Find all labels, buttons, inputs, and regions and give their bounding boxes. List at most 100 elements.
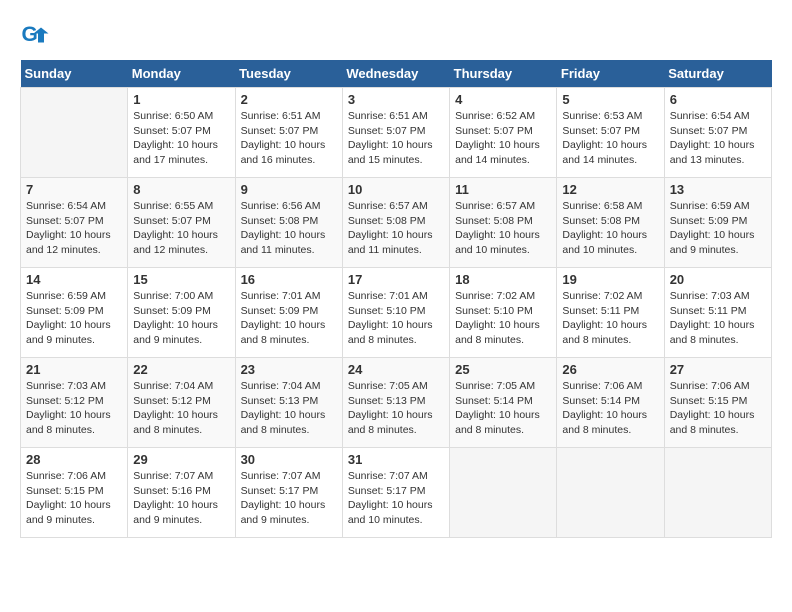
calendar-cell: 4 Sunrise: 6:52 AM Sunset: 5:07 PM Daylig… [450,88,557,178]
calendar-cell [21,88,128,178]
day-number: 12 [562,182,658,197]
calendar-table: SundayMondayTuesdayWednesdayThursdayFrid… [20,60,772,538]
day-number: 6 [670,92,766,107]
header-cell-sunday: Sunday [21,60,128,88]
day-info: Sunrise: 6:51 AM Sunset: 5:07 PM Dayligh… [348,109,444,168]
header-cell-saturday: Saturday [664,60,771,88]
day-info: Sunrise: 6:54 AM Sunset: 5:07 PM Dayligh… [670,109,766,168]
calendar-cell: 18Sunrise: 7:02 AM Sunset: 5:10 PM Dayli… [450,268,557,358]
day-info: Sunrise: 6:56 AM Sunset: 5:08 PM Dayligh… [241,199,337,258]
day-info: Sunrise: 6:59 AM Sunset: 5:09 PM Dayligh… [670,199,766,258]
day-info: Sunrise: 7:01 AM Sunset: 5:09 PM Dayligh… [241,289,337,348]
day-number: 7 [26,182,122,197]
calendar-cell: 5 Sunrise: 6:53 AM Sunset: 5:07 PM Daylig… [557,88,664,178]
calendar-cell: 9 Sunrise: 6:56 AM Sunset: 5:08 PM Daylig… [235,178,342,268]
calendar-week-2: 7 Sunrise: 6:54 AM Sunset: 5:07 PM Daylig… [21,178,772,268]
calendar-cell: 10Sunrise: 6:57 AM Sunset: 5:08 PM Dayli… [342,178,449,268]
day-info: Sunrise: 7:03 AM Sunset: 5:12 PM Dayligh… [26,379,122,438]
calendar-week-4: 21 Sunrise: 7:03 AM Sunset: 5:12 PM Dayli… [21,358,772,448]
day-number: 17 [348,272,444,287]
calendar-cell: 12 Sunrise: 6:58 AM Sunset: 5:08 PM Dayli… [557,178,664,268]
day-number: 10 [348,182,444,197]
calendar-cell: 24 Sunrise: 7:05 AM Sunset: 5:13 PM Dayli… [342,358,449,448]
day-number: 3 [348,92,444,107]
header-cell-monday: Monday [128,60,235,88]
calendar-cell: 30 Sunrise: 7:07 AM Sunset: 5:17 PM Dayli… [235,448,342,538]
svg-text:G: G [22,23,38,46]
calendar-week-1: 1 Sunrise: 6:50 AM Sunset: 5:07 PM Daylig… [21,88,772,178]
day-number: 26 [562,362,658,377]
logo: G [20,20,54,50]
day-info: Sunrise: 6:53 AM Sunset: 5:07 PM Dayligh… [562,109,658,168]
calendar-cell: 13 Sunrise: 6:59 AM Sunset: 5:09 PM Dayli… [664,178,771,268]
page-header: G [20,20,772,50]
day-number: 30 [241,452,337,467]
day-number: 2 [241,92,337,107]
calendar-cell: 14 Sunrise: 6:59 AM Sunset: 5:09 PM Dayli… [21,268,128,358]
calendar-cell: 20Sunrise: 7:03 AM Sunset: 5:11 PM Dayli… [664,268,771,358]
calendar-cell [557,448,664,538]
calendar-cell: 6 Sunrise: 6:54 AM Sunset: 5:07 PM Daylig… [664,88,771,178]
day-info: Sunrise: 6:50 AM Sunset: 5:07 PM Dayligh… [133,109,229,168]
calendar-cell: 28Sunrise: 7:06 AM Sunset: 5:15 PM Dayli… [21,448,128,538]
calendar-cell: 3 Sunrise: 6:51 AM Sunset: 5:07 PM Daylig… [342,88,449,178]
day-info: Sunrise: 7:05 AM Sunset: 5:13 PM Dayligh… [348,379,444,438]
day-info: Sunrise: 7:06 AM Sunset: 5:15 PM Dayligh… [26,469,122,528]
day-number: 11 [455,182,551,197]
header-cell-friday: Friday [557,60,664,88]
day-info: Sunrise: 6:51 AM Sunset: 5:07 PM Dayligh… [241,109,337,168]
calendar-cell: 23 Sunrise: 7:04 AM Sunset: 5:13 PM Dayli… [235,358,342,448]
day-info: Sunrise: 6:59 AM Sunset: 5:09 PM Dayligh… [26,289,122,348]
day-number: 31 [348,452,444,467]
calendar-cell: 8Sunrise: 6:55 AM Sunset: 5:07 PM Daylig… [128,178,235,268]
calendar-cell: 2 Sunrise: 6:51 AM Sunset: 5:07 PM Daylig… [235,88,342,178]
day-number: 9 [241,182,337,197]
day-info: Sunrise: 7:04 AM Sunset: 5:13 PM Dayligh… [241,379,337,438]
calendar-cell: 17 Sunrise: 7:01 AM Sunset: 5:10 PM Dayli… [342,268,449,358]
day-number: 4 [455,92,551,107]
day-info: Sunrise: 7:02 AM Sunset: 5:11 PM Dayligh… [562,289,658,348]
day-number: 29 [133,452,229,467]
day-info: Sunrise: 6:55 AM Sunset: 5:07 PM Dayligh… [133,199,229,258]
header-cell-thursday: Thursday [450,60,557,88]
day-info: Sunrise: 7:05 AM Sunset: 5:14 PM Dayligh… [455,379,551,438]
day-number: 13 [670,182,766,197]
day-number: 24 [348,362,444,377]
day-number: 16 [241,272,337,287]
calendar-cell: 25 Sunrise: 7:05 AM Sunset: 5:14 PM Dayli… [450,358,557,448]
day-info: Sunrise: 7:00 AM Sunset: 5:09 PM Dayligh… [133,289,229,348]
day-number: 19 [562,272,658,287]
calendar-cell [450,448,557,538]
calendar-cell [664,448,771,538]
day-info: Sunrise: 7:01 AM Sunset: 5:10 PM Dayligh… [348,289,444,348]
day-number: 14 [26,272,122,287]
calendar-cell: 31 Sunrise: 7:07 AM Sunset: 5:17 PM Dayli… [342,448,449,538]
day-info: Sunrise: 7:07 AM Sunset: 5:17 PM Dayligh… [241,469,337,528]
day-info: Sunrise: 6:54 AM Sunset: 5:07 PM Dayligh… [26,199,122,258]
day-info: Sunrise: 7:03 AM Sunset: 5:11 PM Dayligh… [670,289,766,348]
calendar-week-3: 14 Sunrise: 6:59 AM Sunset: 5:09 PM Dayli… [21,268,772,358]
day-number: 22 [133,362,229,377]
day-info: Sunrise: 7:07 AM Sunset: 5:17 PM Dayligh… [348,469,444,528]
header-cell-tuesday: Tuesday [235,60,342,88]
day-info: Sunrise: 6:58 AM Sunset: 5:08 PM Dayligh… [562,199,658,258]
day-info: Sunrise: 6:57 AM Sunset: 5:08 PM Dayligh… [455,199,551,258]
day-info: Sunrise: 7:04 AM Sunset: 5:12 PM Dayligh… [133,379,229,438]
calendar-week-5: 28Sunrise: 7:06 AM Sunset: 5:15 PM Dayli… [21,448,772,538]
calendar-cell: 16 Sunrise: 7:01 AM Sunset: 5:09 PM Dayli… [235,268,342,358]
day-number: 27 [670,362,766,377]
day-number: 23 [241,362,337,377]
calendar-cell: 15Sunrise: 7:00 AM Sunset: 5:09 PM Dayli… [128,268,235,358]
day-number: 1 [133,92,229,107]
calendar-cell: 11 Sunrise: 6:57 AM Sunset: 5:08 PM Dayli… [450,178,557,268]
calendar-header-row: SundayMondayTuesdayWednesdayThursdayFrid… [21,60,772,88]
day-number: 5 [562,92,658,107]
day-info: Sunrise: 7:06 AM Sunset: 5:14 PM Dayligh… [562,379,658,438]
day-info: Sunrise: 6:52 AM Sunset: 5:07 PM Dayligh… [455,109,551,168]
calendar-cell: 29Sunrise: 7:07 AM Sunset: 5:16 PM Dayli… [128,448,235,538]
calendar-cell: 21 Sunrise: 7:03 AM Sunset: 5:12 PM Dayli… [21,358,128,448]
day-number: 25 [455,362,551,377]
header-cell-wednesday: Wednesday [342,60,449,88]
logo-icon: G [20,20,50,50]
day-number: 21 [26,362,122,377]
